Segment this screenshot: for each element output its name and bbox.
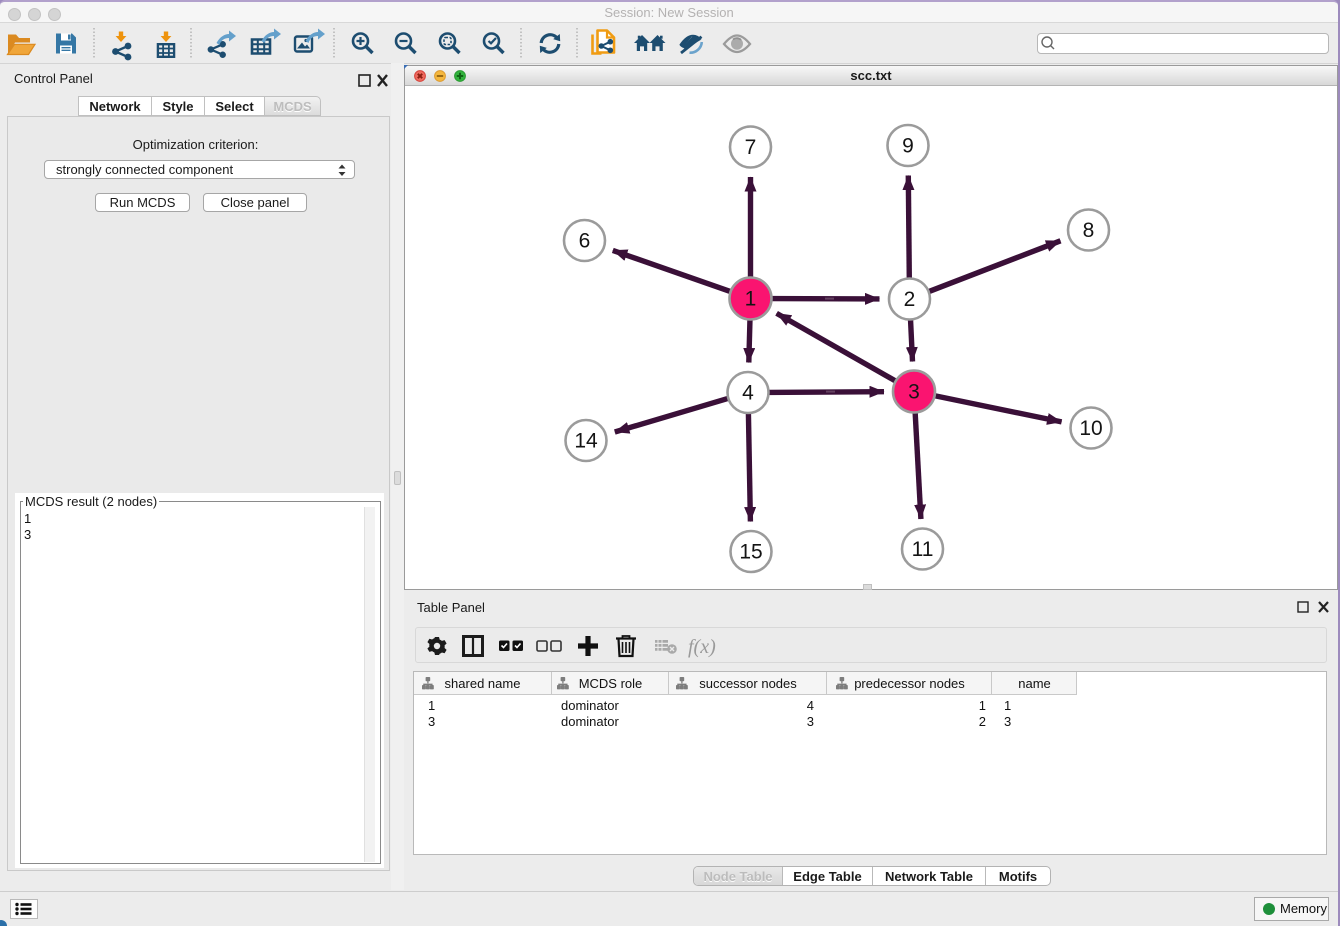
- svg-text:11: 11: [912, 538, 934, 561]
- svg-text:15: 15: [739, 541, 762, 564]
- svg-text:10: 10: [1079, 417, 1102, 440]
- svg-text:9: 9: [902, 135, 914, 158]
- svg-text:f(x): f(x): [688, 636, 716, 658]
- svg-text:8: 8: [1083, 219, 1095, 242]
- svg-text:6: 6: [579, 230, 591, 253]
- svg-text:3: 3: [908, 381, 920, 404]
- svg-text:2: 2: [904, 288, 916, 311]
- svg-text:14: 14: [574, 430, 598, 453]
- svg-text:4: 4: [742, 382, 754, 405]
- svg-text:7: 7: [745, 136, 757, 159]
- svg-text:1: 1: [745, 288, 757, 311]
